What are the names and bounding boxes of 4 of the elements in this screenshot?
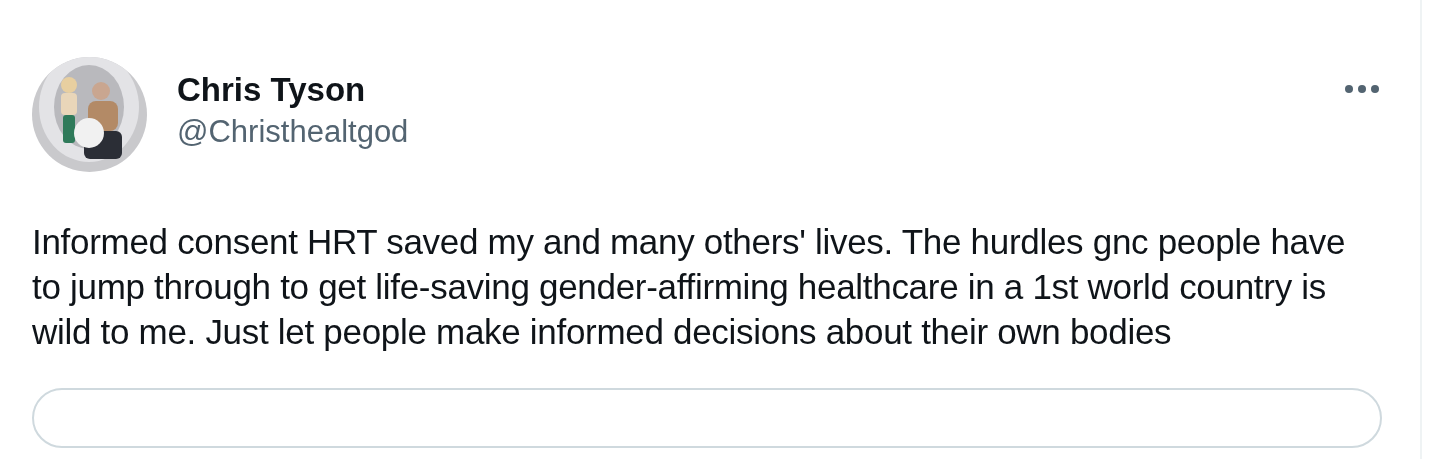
author-handle[interactable]: @Christhealtgod bbox=[177, 111, 1344, 153]
author-name[interactable]: Chris Tyson bbox=[177, 69, 1344, 111]
post-text: Informed consent HRT saved my and many others' lives. The hurdles gnc people have to jump through to get life-saving gender-affirming healthcare in a 1st world country is wild to me. Just let people make informed decisions about their own bodies bbox=[32, 221, 1347, 353]
more-icon[interactable] bbox=[1344, 83, 1380, 95]
